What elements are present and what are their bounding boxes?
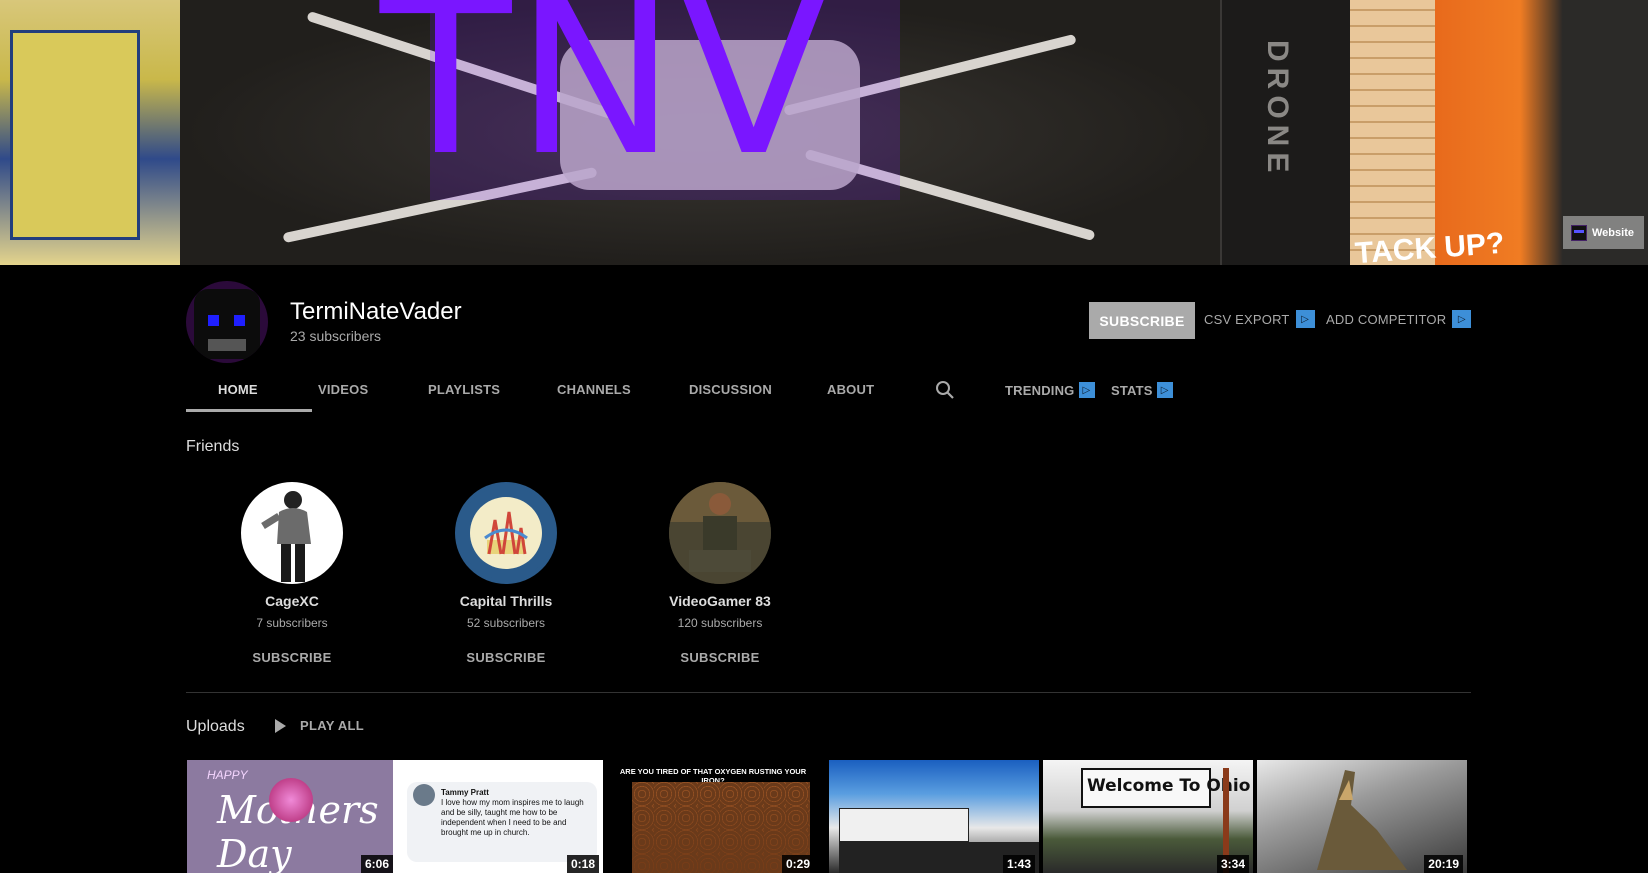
channel-subscriber-count: 23 subscribers bbox=[290, 328, 382, 344]
video-thumbnail[interactable]: Tammy Pratt I love how my mom inspires m… bbox=[393, 760, 603, 873]
banner-side-text: DRONE bbox=[1261, 40, 1294, 179]
tab-discussion[interactable]: DISCUSSION bbox=[689, 382, 772, 397]
vidiq-icon: ▷ bbox=[1156, 382, 1173, 398]
friend-subscribe-button[interactable]: SUBSCRIBE bbox=[192, 650, 392, 665]
thumb-text: I love how my mom inspires me to laugh a… bbox=[441, 798, 584, 837]
friend-subscriber-count: 52 subscribers bbox=[466, 616, 546, 630]
vidiq-icon: ▷ bbox=[1078, 382, 1095, 398]
friend-name[interactable]: Capital Thrills bbox=[406, 593, 606, 609]
friend-avatar[interactable] bbox=[455, 482, 557, 584]
video-duration: 20:19 bbox=[1424, 855, 1463, 873]
friend-card: Capital Thrills 52 subscribers SUBSCRIBE bbox=[406, 482, 606, 665]
video-duration: 0:29 bbox=[781, 855, 814, 873]
friend-name[interactable]: CageXC bbox=[192, 593, 392, 609]
video-thumbnail[interactable]: 1:43 bbox=[829, 760, 1039, 873]
friend-subscribe-button[interactable]: SUBSCRIBE bbox=[620, 650, 820, 665]
friend-card: VideoGamer 83 120 subscribers SUBSCRIBE bbox=[620, 482, 820, 665]
friend-avatar[interactable] bbox=[241, 482, 343, 584]
video-thumbnail[interactable]: HAPPY Mothers Day 6:06 bbox=[187, 760, 397, 873]
friend-card: CageXC 7 subscribers SUBSCRIBE bbox=[192, 482, 392, 665]
video-thumbnail[interactable]: Welcome To Ohio 3:34 bbox=[1043, 760, 1253, 873]
play-icon bbox=[275, 718, 286, 733]
uploads-section-title: Uploads bbox=[186, 718, 245, 735]
video-thumbnail[interactable]: ARE YOU TIRED OF THAT OXYGEN RUSTING YOU… bbox=[608, 760, 818, 873]
tab-about[interactable]: ABOUT bbox=[827, 382, 874, 397]
play-all-label: PLAY ALL bbox=[300, 718, 365, 733]
friend-subscribe-button[interactable]: SUBSCRIBE bbox=[406, 650, 606, 665]
tab-videos[interactable]: VIDEOS bbox=[318, 382, 368, 397]
friends-section-title: Friends bbox=[186, 438, 240, 455]
tab-playlists[interactable]: PLAYLISTS bbox=[428, 382, 500, 397]
subscribe-button[interactable]: SUBSCRIBE bbox=[1089, 302, 1195, 339]
video-duration: 6:06 bbox=[360, 855, 393, 873]
friend-avatar[interactable] bbox=[669, 482, 771, 584]
add-competitor-button[interactable]: ADD COMPETITOR ▷ bbox=[1326, 310, 1472, 328]
tab-stats[interactable]: STATS ▷ bbox=[1111, 382, 1173, 398]
friend-subscriber-count: 7 subscribers bbox=[256, 616, 328, 630]
csv-export-label: CSV EXPORT bbox=[1204, 311, 1290, 327]
banner-logo-text: TNV bbox=[380, 0, 832, 203]
tab-home[interactable]: HOME bbox=[218, 382, 258, 397]
vidiq-icon: ▷ bbox=[1452, 310, 1472, 328]
tab-trending[interactable]: TRENDING ▷ bbox=[1005, 382, 1095, 398]
play-all-button[interactable]: PLAY ALL bbox=[275, 718, 364, 733]
video-duration: 0:18 bbox=[566, 855, 599, 873]
thumb-text: Tammy Pratt bbox=[441, 788, 489, 797]
website-label: Website bbox=[1592, 226, 1634, 239]
tab-channels[interactable]: CHANNELS bbox=[557, 382, 631, 397]
video-duration: 1:43 bbox=[1002, 855, 1035, 873]
banner-left-art bbox=[0, 0, 180, 265]
video-duration: 3:34 bbox=[1216, 855, 1249, 873]
tab-stats-label: STATS bbox=[1111, 382, 1153, 398]
tab-trending-label: TRENDING bbox=[1005, 382, 1075, 398]
csv-export-button[interactable]: CSV EXPORT ▷ bbox=[1204, 310, 1315, 328]
channel-avatar[interactable] bbox=[186, 281, 268, 363]
banner-drone-box: DRONE bbox=[1220, 0, 1350, 265]
channel-banner: TNV DRONE TACK UP? Website bbox=[0, 0, 1648, 265]
friend-subscriber-count: 120 subscribers bbox=[677, 616, 763, 630]
website-link[interactable]: Website bbox=[1563, 216, 1644, 249]
website-favicon-icon bbox=[1571, 224, 1587, 241]
thumb-text: HAPPY bbox=[207, 768, 248, 782]
add-competitor-label: ADD COMPETITOR bbox=[1326, 311, 1447, 327]
active-tab-indicator bbox=[186, 409, 312, 412]
search-icon[interactable] bbox=[935, 380, 955, 400]
video-thumbnail[interactable]: 20:19 bbox=[1257, 760, 1467, 873]
section-divider bbox=[186, 692, 1471, 693]
friend-name[interactable]: VideoGamer 83 bbox=[620, 593, 820, 609]
channel-name: TermiNateVader bbox=[290, 298, 462, 325]
vidiq-icon: ▷ bbox=[1295, 310, 1315, 328]
